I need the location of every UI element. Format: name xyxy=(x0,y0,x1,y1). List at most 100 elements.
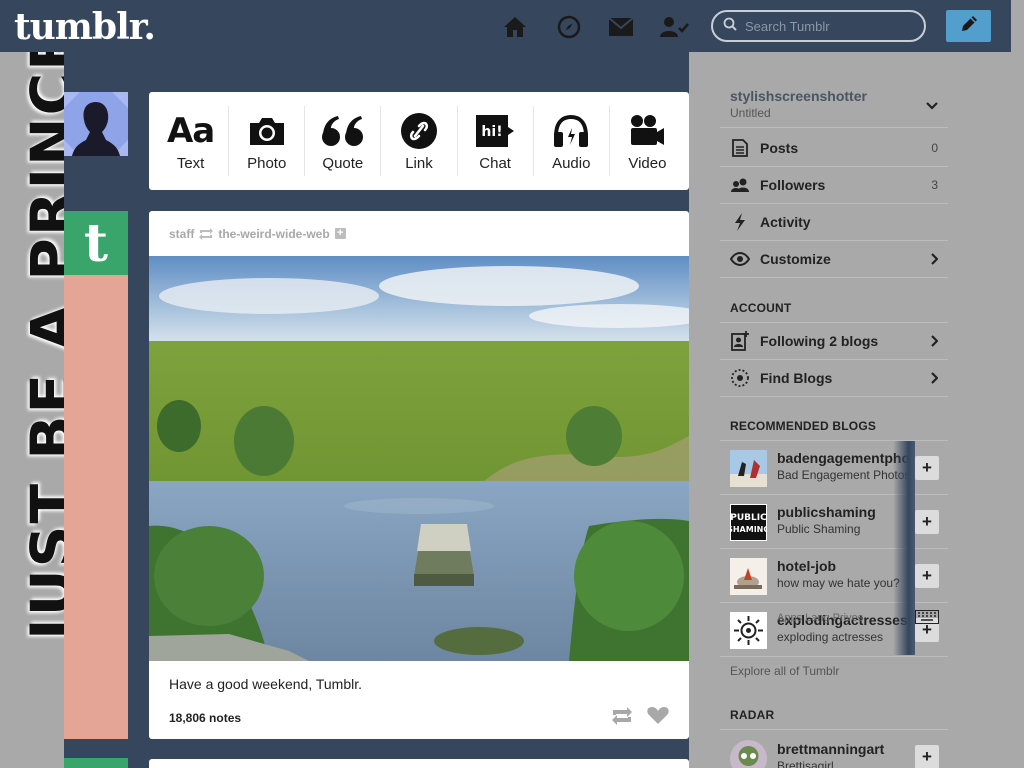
blog-name: brettmanningart xyxy=(777,741,885,757)
activity-icon xyxy=(730,212,750,232)
chevron-right-icon xyxy=(930,335,938,347)
account-icon[interactable] xyxy=(660,14,690,40)
headphones-icon xyxy=(552,111,590,151)
tumblr-staff-avatar[interactable]: t xyxy=(64,211,128,275)
reblog-source[interactable]: the-weird-wide-web xyxy=(218,227,329,241)
chevron-right-icon xyxy=(930,253,938,265)
recommended-section-title: RECOMMENDED BLOGS xyxy=(730,419,877,433)
post-type-video[interactable]: Video xyxy=(610,106,685,176)
blog-avatar xyxy=(730,612,767,649)
post-type-label: Photo xyxy=(247,154,287,172)
svg-text:hi!: hi! xyxy=(482,124,503,140)
post-header: staff the-weird-wide-web + xyxy=(149,211,689,256)
post-type-label: Audio xyxy=(552,154,591,172)
avatar-strip xyxy=(64,275,128,739)
post-type-quote[interactable]: Quote xyxy=(305,106,382,176)
sidebar-item-count: 0 xyxy=(931,141,938,155)
user-avatar[interactable] xyxy=(64,92,128,156)
notes-count[interactable]: 18,806 notes xyxy=(169,711,241,725)
follow-icon[interactable]: + xyxy=(334,228,346,239)
chevron-down-icon xyxy=(926,98,938,116)
video-camera-icon xyxy=(628,111,666,151)
find-blogs-icon xyxy=(730,368,750,388)
search-bar[interactable] xyxy=(711,10,926,42)
radar-section-title: RADAR xyxy=(730,708,775,722)
blog-avatar xyxy=(730,558,767,595)
text-icon: Aa xyxy=(166,110,215,151)
radar-blog[interactable]: brettmanningart Brettisagirl xyxy=(720,730,948,768)
sidebar-item-label: Activity xyxy=(760,214,811,230)
post-image[interactable] xyxy=(149,256,689,661)
post-author[interactable]: staff xyxy=(169,227,194,241)
dashboard-post: staff the-weird-wide-web + Have a good w… xyxy=(149,211,689,739)
pencil-icon xyxy=(959,14,979,39)
follow-button[interactable]: + xyxy=(915,456,939,480)
top-nav-bar: tumblr. xyxy=(0,0,1011,52)
post-type-label: Link xyxy=(405,154,433,172)
blog-description: Brettisagirl xyxy=(777,759,834,768)
post-type-text[interactable]: Aa Text xyxy=(153,106,230,176)
follow-button[interactable]: + xyxy=(915,564,939,588)
post-type-bar: Aa Text Photo Quote Link hi! Chat Audio xyxy=(149,92,689,190)
post-type-photo[interactable]: Photo xyxy=(229,106,306,176)
post-actions xyxy=(611,706,669,730)
reblog-icon[interactable] xyxy=(611,706,633,730)
camera-icon xyxy=(248,111,286,151)
sidebar-item-count: 3 xyxy=(931,178,938,192)
sidebar-item-label: Following 2 blogs xyxy=(760,333,879,349)
post-type-chat[interactable]: hi! Chat xyxy=(458,106,534,176)
post-type-label: Quote xyxy=(322,154,364,172)
followers-icon xyxy=(730,175,750,195)
sidebar-overlay-strip xyxy=(893,441,915,655)
post-type-label: Chat xyxy=(479,154,511,172)
sidebar-item-customize[interactable]: Customize xyxy=(720,241,948,278)
account-section-title: ACCOUNT xyxy=(730,301,792,315)
next-post-avatar[interactable] xyxy=(64,758,128,768)
chevron-right-icon xyxy=(930,372,938,384)
sidebar-item-find-blogs[interactable]: Find Blogs xyxy=(720,360,948,397)
follow-button[interactable]: + xyxy=(915,745,939,768)
post-type-audio[interactable]: Audio xyxy=(534,106,610,176)
blog-avatar: PUBLIC SHAMING xyxy=(730,504,767,541)
posts-icon xyxy=(730,138,750,158)
following-icon xyxy=(730,331,750,351)
svg-text:SHAMING: SHAMING xyxy=(730,525,767,534)
search-icon xyxy=(723,17,737,36)
svg-text:PUBLIC: PUBLIC xyxy=(730,513,767,523)
sidebar-item-posts[interactable]: Posts 0 xyxy=(720,130,948,167)
keyboard-icon[interactable] xyxy=(915,610,939,629)
sidebar-item-followers[interactable]: Followers 3 xyxy=(720,167,948,204)
eye-icon xyxy=(730,249,750,269)
overlay-ghost-text: Apps Lang Prives xyxy=(777,612,864,624)
follow-button[interactable]: + xyxy=(915,510,939,534)
blog-switcher[interactable]: stylishscreenshotter Untitled xyxy=(720,86,948,128)
blog-avatar xyxy=(730,450,767,487)
sidebar-item-following[interactable]: Following 2 blogs xyxy=(720,323,948,360)
sidebar-item-label: Customize xyxy=(760,251,831,267)
compose-button[interactable] xyxy=(946,10,991,42)
post-type-label: Text xyxy=(176,154,205,172)
sidebar-item-label: Find Blogs xyxy=(760,370,833,386)
search-input[interactable] xyxy=(745,18,915,34)
chat-icon: hi! xyxy=(474,111,516,151)
heart-icon[interactable] xyxy=(647,706,669,730)
sidebar-item-label: Posts xyxy=(760,140,799,156)
post-caption: Have a good weekend, Tumblr. xyxy=(169,676,363,692)
tumblr-logo[interactable]: tumblr. xyxy=(14,6,156,48)
quote-icon xyxy=(321,111,365,151)
post-type-link[interactable]: Link xyxy=(381,106,458,176)
blog-name: stylishscreenshotter xyxy=(730,88,867,104)
post-type-label: Video xyxy=(628,154,667,172)
explore-link[interactable]: Explore all of Tumblr xyxy=(730,664,839,678)
blog-title: Untitled xyxy=(730,106,771,120)
post-footer: 18,806 notes xyxy=(169,706,669,730)
sidebar-item-activity[interactable]: Activity xyxy=(720,204,948,241)
home-icon[interactable] xyxy=(502,14,528,40)
blog-avatar xyxy=(730,740,767,768)
sidebar-item-label: Followers xyxy=(760,177,826,193)
link-icon xyxy=(400,111,438,151)
next-post-card xyxy=(149,759,689,768)
inbox-icon[interactable] xyxy=(608,14,634,40)
explore-icon[interactable] xyxy=(556,14,582,40)
reblog-small-icon xyxy=(199,227,214,240)
